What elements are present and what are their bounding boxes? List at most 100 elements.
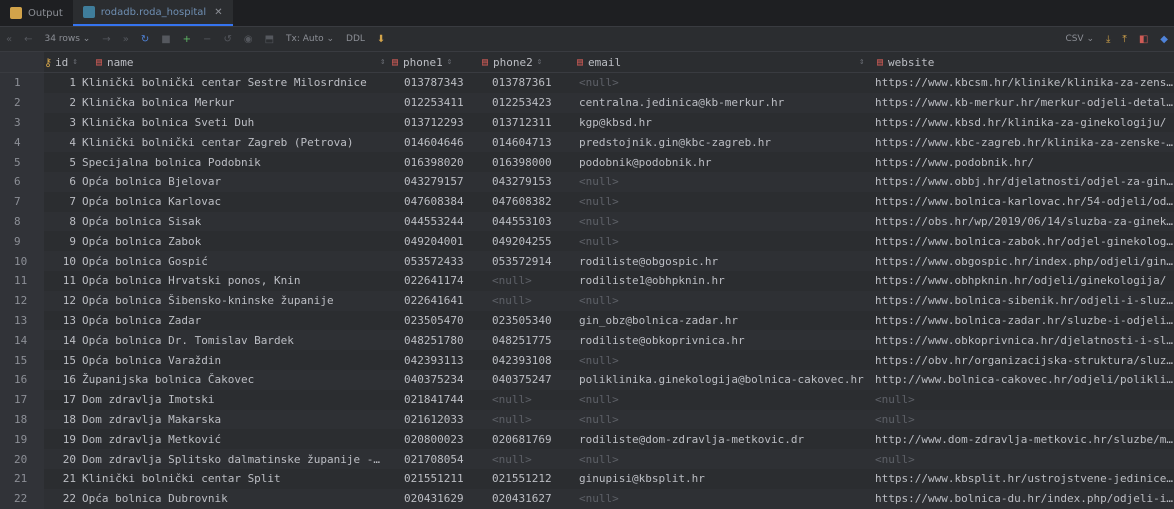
cell-phone1[interactable]: 013787343	[404, 73, 482, 93]
cell-name[interactable]: Dom zdravlja Splitsko dalmatinske župani…	[82, 449, 386, 469]
row-number[interactable]: 10	[0, 251, 44, 271]
prev-page-icon[interactable]: ←	[18, 27, 38, 51]
cell-phone2[interactable]: 049204255	[492, 231, 574, 251]
cell-name[interactable]: Opća bolnica Varaždin	[82, 350, 386, 370]
cell-email[interactable]: <null>	[579, 73, 865, 93]
row-number[interactable]: 5	[0, 152, 44, 172]
cell-id[interactable]: 14	[44, 330, 76, 350]
cell-phone2[interactable]: 048251775	[492, 330, 574, 350]
row-number[interactable]: 15	[0, 350, 44, 370]
row-number[interactable]: 12	[0, 290, 44, 311]
table-row[interactable]: 10 10 Opća bolnica Gospić 053572433 05357291…	[0, 251, 1174, 271]
row-number[interactable]: 11	[0, 270, 44, 291]
cell-website[interactable]: https://www.podobnik.hr/	[875, 152, 1174, 172]
cell-website[interactable]: https://www.obgospic.hr/index.php/odjeli…	[875, 251, 1174, 271]
cell-phone1[interactable]: 016398020	[404, 152, 482, 172]
sort-icon[interactable]: ⇕	[537, 57, 542, 67]
row-number[interactable]: 20	[0, 449, 44, 469]
cell-id[interactable]: 9	[44, 231, 76, 251]
cell-website[interactable]: https://www.kbsd.hr/klinika-za-ginekolog…	[875, 113, 1174, 133]
cell-phone2[interactable]: 042393108	[492, 350, 574, 370]
tab-output[interactable]: Output	[0, 0, 73, 26]
cell-email[interactable]: <null>	[579, 390, 865, 410]
cell-website[interactable]: https://obv.hr/organizacijska-struktura/…	[875, 350, 1174, 370]
cell-phone2[interactable]: 021551212	[492, 469, 574, 489]
view-icon[interactable]: ◉	[238, 27, 259, 51]
cell-phone2[interactable]: 047608382	[492, 192, 574, 212]
cell-email[interactable]: <null>	[579, 212, 865, 232]
row-number[interactable]: 13	[0, 310, 44, 331]
cell-name[interactable]: Klinički bolnički centar Sestre Milosrdn…	[82, 73, 386, 93]
cell-website[interactable]: https://www.bolnica-karlovac.hr/54-odjel…	[875, 192, 1174, 212]
cell-id[interactable]: 17	[44, 390, 76, 410]
table-row[interactable]: 5 5 Specijalna bolnica Podobnik 016398020 01…	[0, 152, 1174, 172]
sort-icon[interactable]: ⇕	[859, 57, 864, 67]
cell-website[interactable]: <null>	[875, 390, 1174, 410]
cell-phone2[interactable]: <null>	[492, 271, 574, 291]
cell-website[interactable]: https://www.bolnica-zadar.hr/sluzbe-i-od…	[875, 311, 1174, 331]
row-number[interactable]: 14	[0, 330, 44, 351]
cell-website[interactable]: https://obs.hr/wp/2019/06/14/sluzba-za-g…	[875, 212, 1174, 232]
cell-id[interactable]: 7	[44, 192, 76, 212]
cell-id[interactable]: 1	[44, 73, 76, 93]
delete-row-icon[interactable]: −	[197, 27, 217, 51]
cell-phone2[interactable]: 013712311	[492, 113, 574, 133]
cell-phone2[interactable]: 053572914	[492, 251, 574, 271]
cell-email[interactable]: gin_obz@bolnica-zadar.hr	[579, 311, 865, 331]
cell-email[interactable]: <null>	[579, 231, 865, 251]
cell-website[interactable]: https://www.obbj.hr/djelatnosti/odjel-za…	[875, 172, 1174, 192]
cell-phone2[interactable]: 013787361	[492, 73, 574, 93]
table-row[interactable]: 6 6 Opća bolnica Bjelovar 043279157 04327915…	[0, 171, 1174, 192]
table-row[interactable]: 2 2 Klinička bolnica Merkur 012253411 012253…	[0, 92, 1174, 113]
cell-phone1[interactable]: 049204001	[404, 231, 482, 251]
cell-phone1[interactable]: 020800023	[404, 429, 482, 449]
cell-phone1[interactable]: 021841744	[404, 390, 482, 410]
cell-id[interactable]: 4	[44, 132, 76, 152]
cell-phone2[interactable]: <null>	[492, 449, 574, 469]
cell-phone2[interactable]: <null>	[492, 390, 574, 410]
cell-id[interactable]: 19	[44, 429, 76, 449]
cell-id[interactable]: 8	[44, 212, 76, 232]
cell-name[interactable]: Klinički bolnički centar Zagreb (Petrova…	[82, 132, 386, 152]
cell-email[interactable]: <null>	[579, 350, 865, 370]
cell-website[interactable]: http://www.bolnica-cakovec.hr/odjeli/pol…	[875, 370, 1174, 390]
cell-id[interactable]: 5	[44, 152, 76, 172]
cell-name[interactable]: Dom zdravlja Metković	[82, 429, 386, 449]
ddl-button[interactable]: DDL	[340, 27, 371, 51]
cell-id[interactable]: 12	[44, 291, 76, 311]
table-row[interactable]: 16 16 Županijska bolnica Čakovec 040375234 0…	[0, 369, 1174, 390]
sort-icon[interactable]: ⇕	[380, 57, 385, 67]
cell-phone1[interactable]: 053572433	[404, 251, 482, 271]
cell-email[interactable]: <null>	[579, 449, 865, 469]
cell-phone2[interactable]: 040375247	[492, 370, 574, 390]
cell-email[interactable]: <null>	[579, 192, 865, 212]
cell-phone2[interactable]: 014604713	[492, 132, 574, 152]
table-row[interactable]: 7 7 Opća bolnica Karlovac 047608384 04760838…	[0, 191, 1174, 212]
cell-name[interactable]: Opća bolnica Karlovac	[82, 192, 386, 212]
cell-phone1[interactable]: 021612033	[404, 410, 482, 430]
table-row[interactable]: 4 4 Klinički bolnički centar Zagreb (Petro…	[0, 132, 1174, 153]
row-number[interactable]: 9	[0, 231, 44, 252]
cell-phone2[interactable]: 012253423	[492, 93, 574, 113]
cell-phone2[interactable]: 043279153	[492, 172, 574, 192]
sort-email[interactable]: ⇕	[855, 52, 864, 72]
row-number[interactable]: 21	[0, 468, 44, 489]
cell-id[interactable]: 16	[44, 370, 76, 390]
cell-website[interactable]: https://www.kbsplit.hr/ustrojstvene-jedi…	[875, 469, 1174, 489]
table-row[interactable]: 9 9 Opća bolnica Zabok 049204001 049204255 <n…	[0, 231, 1174, 252]
row-number[interactable]: 18	[0, 409, 44, 430]
cell-name[interactable]: Klinička bolnica Sveti Duh	[82, 113, 386, 133]
stop-icon[interactable]: ■	[155, 27, 176, 51]
table-row[interactable]: 12 12 Opća bolnica Šibensko-kninske župani…	[0, 290, 1174, 311]
cell-email[interactable]: rodiliste1@obhpknin.hr	[579, 271, 865, 291]
cell-email[interactable]: rodiliste@dom-zdravlja-metkovic.dr	[579, 429, 865, 449]
cell-id[interactable]: 2	[44, 93, 76, 113]
table-row[interactable]: 3 3 Klinička bolnica Sveti Duh 013712293 013…	[0, 112, 1174, 133]
cell-id[interactable]: 18	[44, 410, 76, 430]
compare-icon[interactable]: ◧	[1133, 27, 1154, 51]
cell-name[interactable]: Opća bolnica Gospić	[82, 251, 386, 271]
cell-email[interactable]: <null>	[579, 410, 865, 430]
column-header-id[interactable]: ⚷ id ⇕	[44, 52, 78, 72]
sort-icon[interactable]: ⇕	[447, 57, 452, 67]
row-number[interactable]: 1	[0, 73, 44, 93]
